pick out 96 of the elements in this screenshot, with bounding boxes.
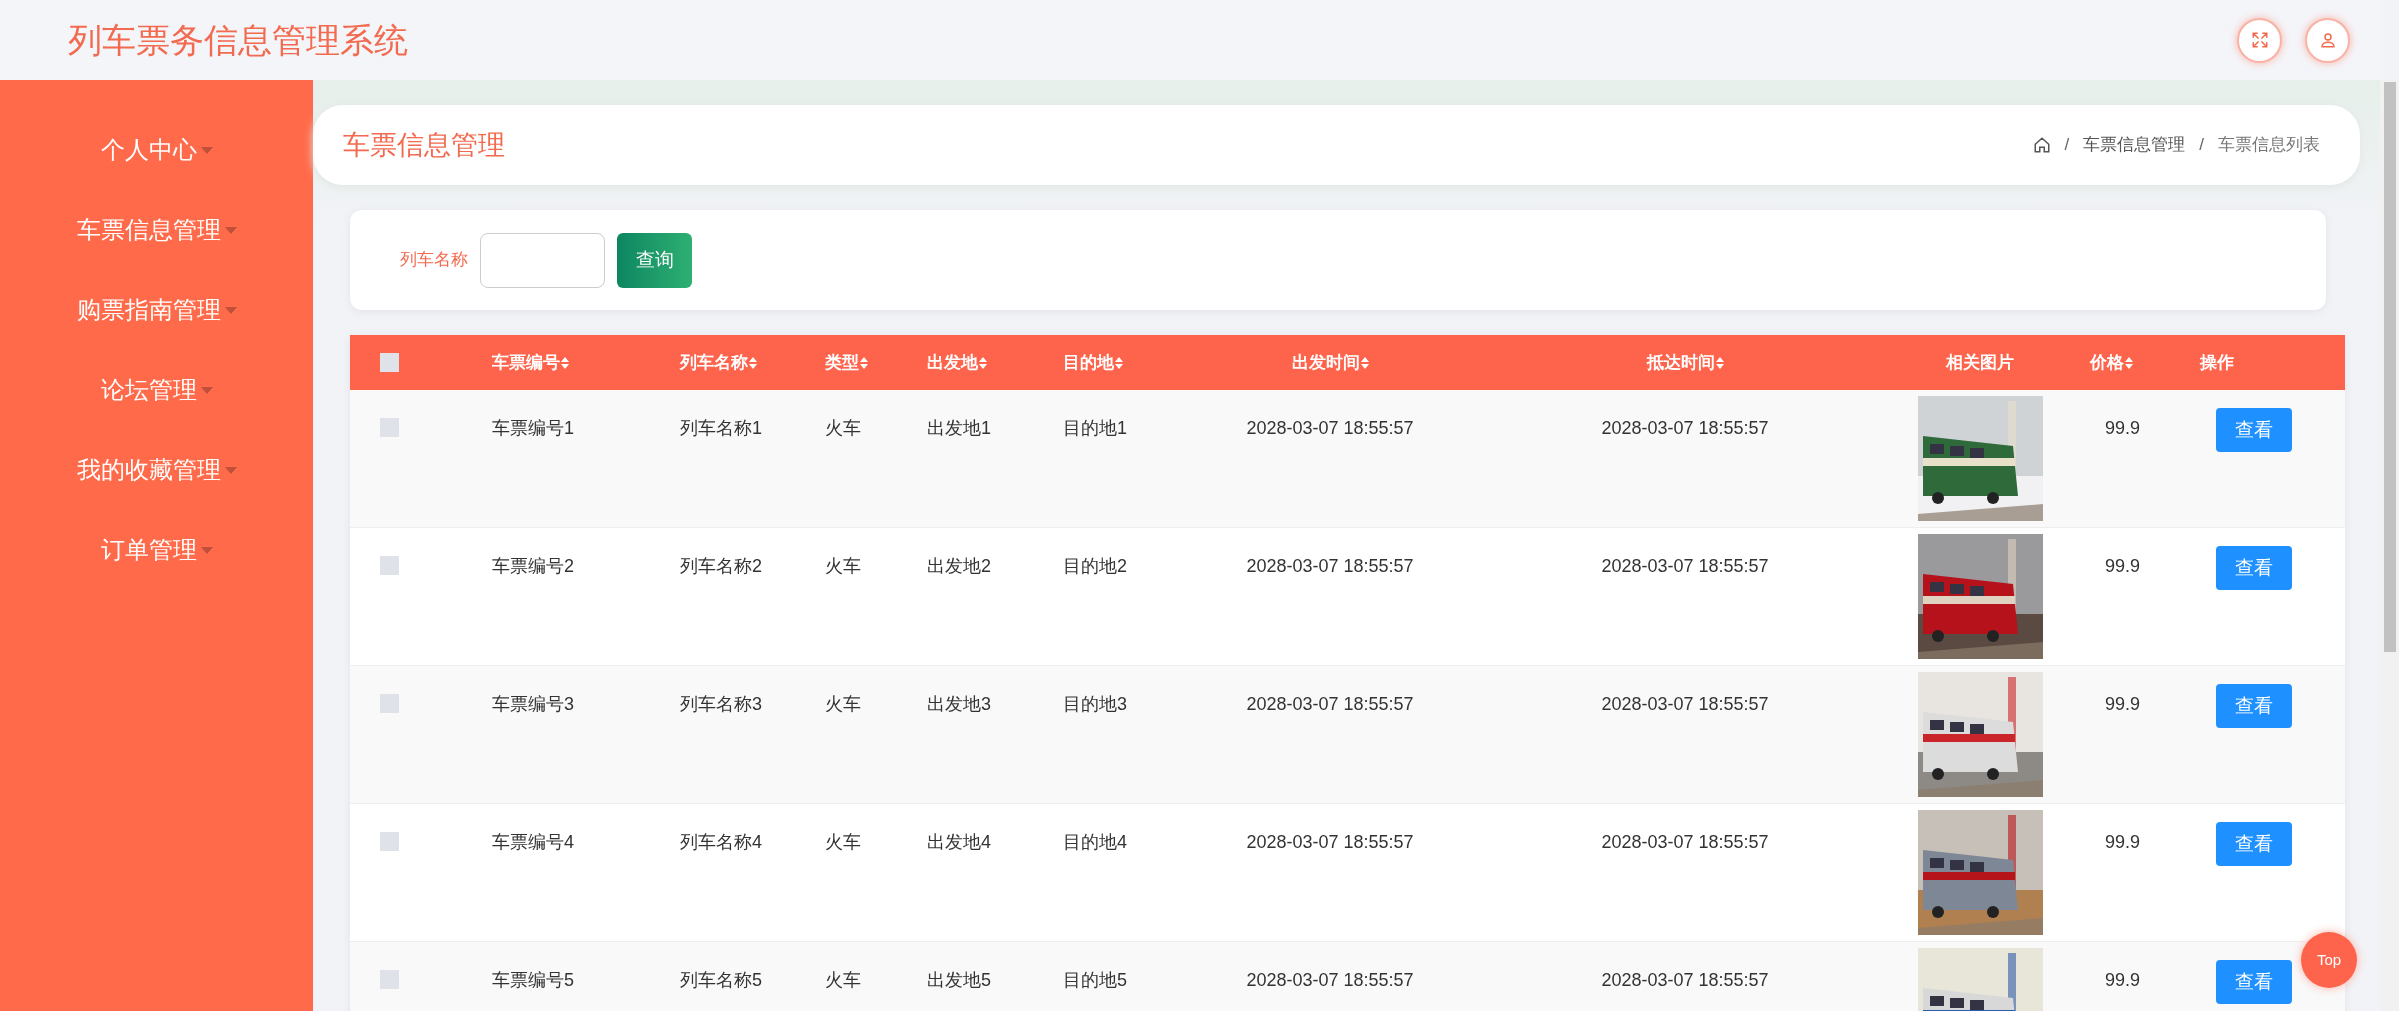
page-title: 车票信息管理 bbox=[343, 128, 505, 162]
column-header: 操作 bbox=[2200, 351, 2234, 374]
table-cell: 2028-03-07 18:55:57 bbox=[1601, 556, 1769, 576]
table-cell: 火车 bbox=[825, 694, 861, 714]
table-cell: 列车名称2 bbox=[680, 556, 762, 576]
table-cell: 车票编号5 bbox=[492, 970, 574, 990]
view-button[interactable]: 查看 bbox=[2216, 684, 2292, 728]
table-cell: 2028-03-07 18:55:57 bbox=[1246, 832, 1414, 852]
checkbox[interactable] bbox=[380, 556, 399, 575]
price-cell: 99.9 bbox=[2105, 970, 2141, 990]
sidebar-item[interactable]: 购票指南管理 bbox=[0, 270, 313, 350]
column-header[interactable]: 价格 bbox=[2090, 349, 2133, 376]
sidebar-item[interactable]: 车票信息管理 bbox=[0, 190, 313, 270]
price-cell: 99.9 bbox=[2105, 556, 2141, 576]
checkbox[interactable] bbox=[380, 694, 399, 713]
sort-icon[interactable] bbox=[2125, 356, 2133, 369]
column-header: 相关图片 bbox=[1946, 351, 2014, 374]
table-cell: 车票编号2 bbox=[492, 556, 574, 576]
table-cell: 列车名称1 bbox=[680, 418, 762, 438]
table-cell: 出发地4 bbox=[927, 832, 991, 852]
price-cell: 99.9 bbox=[2105, 694, 2141, 714]
caret-icon bbox=[224, 226, 237, 234]
breadcrumb-separator: / bbox=[2064, 134, 2070, 157]
sort-icon[interactable] bbox=[1115, 356, 1123, 369]
table-cell: 列车名称5 bbox=[680, 970, 762, 990]
sort-icon[interactable] bbox=[749, 356, 757, 369]
user-button[interactable] bbox=[2305, 17, 2350, 63]
table-cell: 车票编号4 bbox=[492, 832, 574, 852]
sort-icon[interactable] bbox=[860, 356, 868, 369]
table-cell: 目的地4 bbox=[1063, 832, 1127, 852]
table-cell: 2028-03-07 18:55:57 bbox=[1601, 418, 1769, 438]
breadcrumb-separator: / bbox=[2199, 134, 2204, 157]
table-cell: 目的地5 bbox=[1063, 970, 1127, 990]
column-header[interactable]: 出发时间 bbox=[1291, 349, 1369, 376]
table-cell: 列车名称4 bbox=[680, 832, 762, 852]
column-header[interactable]: 列车名称 bbox=[680, 349, 757, 376]
sort-icon[interactable] bbox=[1715, 356, 1724, 369]
table-cell: 2028-03-07 18:55:57 bbox=[1246, 418, 1414, 438]
app-title: 列车票务信息管理系统 bbox=[68, 19, 408, 61]
caret-icon bbox=[224, 466, 237, 474]
table-cell: 出发地2 bbox=[927, 556, 991, 576]
view-button[interactable]: 查看 bbox=[2216, 546, 2292, 590]
sort-icon[interactable] bbox=[561, 356, 569, 369]
search-label: 列车名称 bbox=[400, 249, 468, 272]
expand-icon bbox=[2250, 31, 2269, 49]
table-cell: 出发地3 bbox=[927, 694, 991, 714]
checkbox[interactable] bbox=[380, 418, 399, 437]
table-cell: 出发地5 bbox=[927, 970, 991, 990]
table-cell: 火车 bbox=[825, 418, 861, 438]
caret-icon bbox=[200, 546, 213, 554]
checkbox[interactable] bbox=[380, 353, 399, 372]
column-header[interactable]: 类型 bbox=[825, 349, 868, 376]
table-cell: 2028-03-07 18:55:57 bbox=[1601, 970, 1769, 990]
table-cell: 2028-03-07 18:55:57 bbox=[1246, 556, 1414, 576]
search-field[interactable] bbox=[480, 232, 605, 288]
column-header[interactable]: 车票编号 bbox=[492, 349, 569, 376]
scrollbar-thumb[interactable] bbox=[2383, 82, 2396, 652]
view-button[interactable]: 查看 bbox=[2216, 960, 2292, 1004]
breadcrumb-link[interactable]: 车票信息管理 bbox=[2083, 132, 2186, 158]
user-icon bbox=[2318, 31, 2337, 49]
sidebar-item[interactable]: 个人中心 bbox=[0, 110, 313, 190]
table-cell: 火车 bbox=[825, 970, 861, 990]
price-cell: 99.9 bbox=[2105, 418, 2141, 438]
sort-icon[interactable] bbox=[1360, 356, 1369, 369]
table-cell: 目的地3 bbox=[1063, 694, 1127, 714]
column-header[interactable]: 出发地 bbox=[927, 349, 987, 376]
table-cell: 2028-03-07 18:55:57 bbox=[1601, 832, 1769, 852]
column-header[interactable]: 目的地 bbox=[1063, 349, 1123, 376]
sidebar-item[interactable]: 订单管理 bbox=[0, 510, 313, 590]
table-cell: 车票编号1 bbox=[492, 418, 574, 438]
column-header[interactable]: 抵达时间 bbox=[1646, 349, 1724, 376]
caret-icon bbox=[200, 386, 213, 394]
price-cell: 99.9 bbox=[2105, 832, 2141, 852]
sidebar-item[interactable]: 论坛管理 bbox=[0, 350, 313, 430]
checkbox[interactable] bbox=[380, 970, 399, 989]
view-button[interactable]: 查看 bbox=[2216, 408, 2292, 452]
checkbox[interactable] bbox=[380, 832, 399, 851]
table-cell: 2028-03-07 18:55:57 bbox=[1601, 694, 1769, 714]
table-cell: 车票编号3 bbox=[492, 694, 574, 714]
home-icon[interactable] bbox=[2032, 136, 2051, 154]
table-cell: 2028-03-07 18:55:57 bbox=[1246, 694, 1414, 714]
search-button[interactable]: 查询 bbox=[617, 232, 692, 288]
table-cell: 火车 bbox=[825, 832, 861, 852]
table-cell: 目的地1 bbox=[1063, 418, 1127, 438]
caret-icon bbox=[224, 306, 237, 314]
breadcrumb-current: 车票信息列表 bbox=[2218, 134, 2320, 157]
view-button[interactable]: 查看 bbox=[2216, 822, 2292, 866]
fullscreen-button[interactable] bbox=[2237, 17, 2282, 63]
table-cell: 目的地2 bbox=[1063, 556, 1127, 576]
sidebar-item[interactable]: 我的收藏管理 bbox=[0, 430, 313, 510]
table-cell: 列车名称3 bbox=[680, 694, 762, 714]
sort-icon[interactable] bbox=[979, 356, 987, 369]
table-cell: 出发地1 bbox=[927, 418, 991, 438]
table-cell: 火车 bbox=[825, 556, 861, 576]
table-cell: 2028-03-07 18:55:57 bbox=[1246, 970, 1414, 990]
caret-icon bbox=[200, 146, 213, 154]
